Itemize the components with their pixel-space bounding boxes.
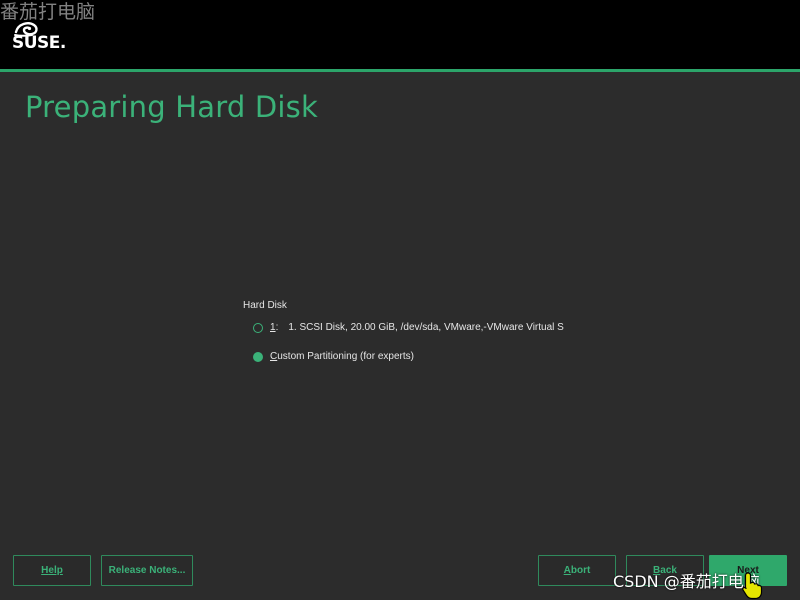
hand-pointer-icon bbox=[742, 572, 763, 600]
radio-checked-icon[interactable] bbox=[253, 351, 263, 362]
abort-button[interactable]: Abort bbox=[538, 555, 616, 586]
help-button[interactable]: Help bbox=[13, 555, 91, 586]
brand-wordmark: SUSE. bbox=[12, 33, 66, 53]
watermark-top: 番茄打电脑 bbox=[0, 1, 96, 23]
header-bar: SUSE. 番茄打电脑 bbox=[0, 0, 800, 69]
header-accent-line bbox=[0, 69, 800, 72]
radio-unchecked-icon[interactable] bbox=[253, 322, 263, 333]
page-title: Preparing Hard Disk bbox=[25, 90, 318, 124]
disk-option-label: 1. SCSI Disk, 20.00 GiB, /dev/sda, VMwar… bbox=[288, 322, 564, 333]
installer-window: SUSE. 番茄打电脑 Preparing Hard Disk Hard Dis… bbox=[0, 0, 800, 600]
release-notes-button[interactable]: Release Notes... bbox=[101, 555, 193, 586]
disk-option-sda[interactable]: 1: 1. SCSI Disk, 20.00 GiB, /dev/sda, VM… bbox=[253, 322, 564, 333]
disk-option-index: 1: bbox=[270, 322, 279, 333]
hard-disk-group-label: Hard Disk bbox=[243, 300, 287, 311]
custom-partitioning-label: Custom Partitioning (for experts) bbox=[270, 351, 414, 362]
custom-partitioning-option[interactable]: Custom Partitioning (for experts) bbox=[253, 351, 414, 362]
watermark-bottom: CSDN @番茄打电脑 bbox=[613, 572, 760, 591]
